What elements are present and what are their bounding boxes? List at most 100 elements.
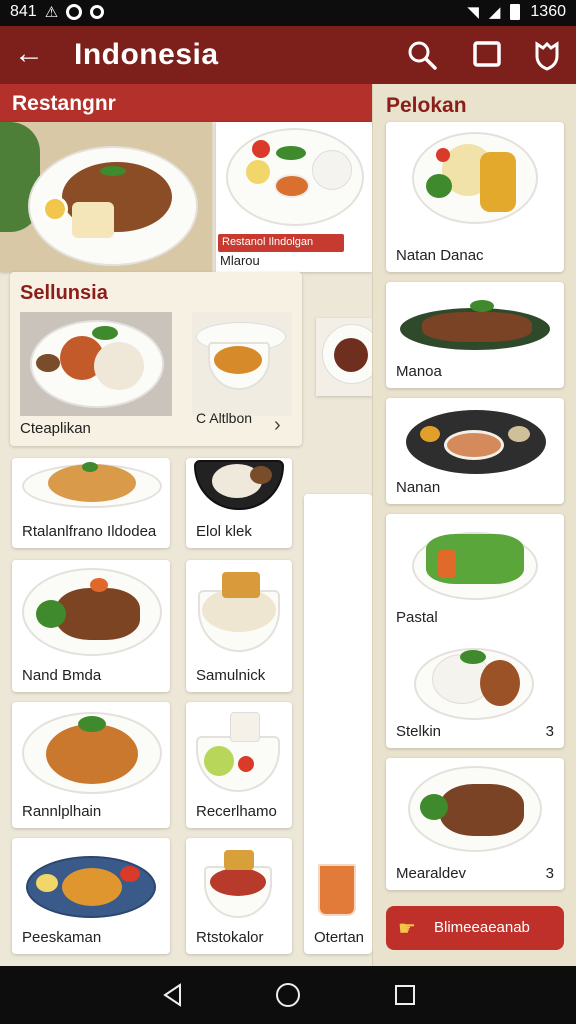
dish-caption: Mearaldev <box>396 865 467 882</box>
tofu <box>230 712 260 742</box>
right-card-3[interactable]: Nanan <box>386 398 564 504</box>
right-card-4[interactable]: Pastal Stelkin 3 <box>386 514 564 748</box>
side-dish <box>508 426 530 442</box>
count-badge: 3 <box>545 723 554 740</box>
signal-icon: ◢ <box>488 4 501 21</box>
carrot <box>438 550 456 578</box>
garnish <box>82 462 98 472</box>
lime <box>204 746 234 776</box>
shield-icon[interactable] <box>530 38 564 72</box>
drink-caption: Otertan <box>314 929 365 946</box>
garnish <box>100 166 126 176</box>
tofu <box>72 202 114 238</box>
sync-icon <box>66 4 83 20</box>
tomato <box>252 140 270 158</box>
search-icon[interactable] <box>405 38 439 72</box>
dish-card-row2-right[interactable]: Samulnick <box>186 560 292 692</box>
status-bar: 841 ⚠ ◥ ◢ 1360 <box>0 0 576 26</box>
dish-card-row2-left[interactable]: Nand Bmda <box>12 560 170 692</box>
dish-card-row1-right[interactable]: Elol klek <box>186 458 292 548</box>
overlay-title: Sellunsia <box>20 282 108 304</box>
hand-icon: ☛ <box>398 918 416 940</box>
dish-card-row3-left[interactable]: Rannlplhain <box>12 702 170 828</box>
cta-button[interactable]: ☛ Blimeeaeanab <box>386 906 564 950</box>
garnish <box>470 300 494 312</box>
circle-home-icon[interactable] <box>275 982 301 1008</box>
dish-card-row4-right[interactable]: Rtstokalor <box>186 838 292 954</box>
overlay-right-caption: C Altlbon <box>196 410 253 426</box>
dish-caption: Samulnick <box>196 667 266 684</box>
battery-icon <box>510 4 521 20</box>
garnish <box>78 716 106 732</box>
cta-label: Blimeeaeanab <box>434 919 530 936</box>
square-icon[interactable] <box>470 38 504 72</box>
egg <box>42 196 68 222</box>
greens <box>420 794 448 820</box>
chevron-right-icon[interactable]: › <box>274 414 281 437</box>
right-section-title: Pelokan <box>386 94 467 117</box>
sauce-bowl <box>274 174 310 198</box>
count-badge: 3 <box>545 865 554 882</box>
right-card-5[interactable]: Mearaldev 3 <box>386 758 564 890</box>
drink-card[interactable]: Otertan <box>304 494 372 954</box>
dish-caption: Stelkin <box>396 723 442 740</box>
peek-dish-card[interactable] <box>316 318 372 396</box>
braised-meat <box>334 338 368 372</box>
soup <box>214 346 262 374</box>
tomato <box>436 148 450 162</box>
page-title: Indonesia <box>74 38 219 71</box>
app-bar: ← Indonesia <box>0 26 576 84</box>
record-icon <box>90 5 105 19</box>
status-time: 841 <box>10 3 37 20</box>
dish-card-row1-left[interactable]: Rtalanlfrano Ildodea <box>12 458 170 548</box>
rice <box>94 342 144 390</box>
overlay-section-card: Sellunsia Cteaplikan C Altlbon › <box>10 272 302 446</box>
soup-bowl <box>444 430 504 460</box>
promo-caption: Mlarou <box>220 253 260 268</box>
dish-caption: Natan Danac <box>396 247 484 264</box>
notification-icon: ⚠ <box>44 4 59 21</box>
braised-meat <box>440 784 524 836</box>
right-card-2[interactable]: Manoa <box>386 282 564 388</box>
overlay-right-card[interactable] <box>192 312 292 416</box>
sauce <box>36 874 58 892</box>
section-banner: Restangnr <box>0 84 372 122</box>
promo-badge: Restanol Ilndolgan <box>218 234 344 252</box>
dish-caption: Peeskaman <box>22 929 102 946</box>
greens <box>36 600 66 628</box>
garnish <box>460 650 486 664</box>
dish-caption: Pastal <box>396 609 438 626</box>
dish-caption: Rtstokalor <box>196 929 264 946</box>
dish-card-row4-left[interactable]: Peeskaman <box>12 838 170 954</box>
tomato <box>120 866 140 882</box>
dish-caption: Recerlhamo <box>196 803 277 820</box>
dish-caption: Nand Bmda <box>22 667 102 684</box>
promo-dish-card[interactable]: Restanol Ilndolgan Mlarou <box>216 122 372 272</box>
square-recents-icon[interactable] <box>392 982 418 1008</box>
status-clock: 1360 <box>530 3 566 20</box>
curry <box>480 660 520 706</box>
drink-glass <box>318 864 356 916</box>
fried-tofu <box>222 572 260 598</box>
greens <box>426 174 452 198</box>
tomato <box>238 756 254 772</box>
dish-caption: Rannlplhain <box>22 803 102 820</box>
overlay-left-card[interactable] <box>20 312 172 416</box>
dish-caption: Manoa <box>396 363 442 380</box>
fried-rice <box>46 724 138 784</box>
back-arrow-icon[interactable]: ← <box>12 38 46 72</box>
grilled-meat <box>422 312 532 342</box>
garnish <box>92 326 118 340</box>
wifi-icon: ◥ <box>467 4 479 21</box>
dish-card-row3-right[interactable]: Recerlhamo <box>186 702 292 828</box>
rice <box>312 150 352 190</box>
lime <box>246 160 270 184</box>
triangle-back-icon[interactable] <box>160 982 186 1008</box>
chili <box>90 578 108 592</box>
fried-tofu <box>224 850 254 870</box>
overlay-left-caption: Cteaplikan <box>20 420 91 437</box>
right-card-1[interactable]: Natan Danac <box>386 122 564 272</box>
dish-caption: Elol klek <box>196 523 252 540</box>
meat <box>250 466 272 484</box>
hero-dish-card[interactable] <box>0 122 212 272</box>
